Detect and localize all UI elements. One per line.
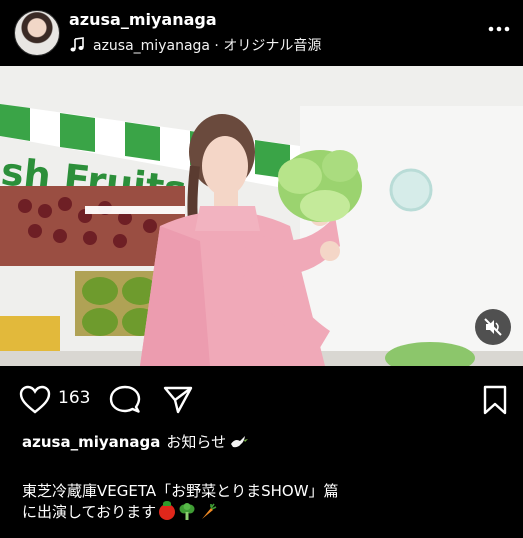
caption-body: 東芝冷蔵庫VEGETA「お野菜とりまSHOW」篇 に出演しております [22,481,502,523]
like-count[interactable]: 163 [58,388,90,408]
post-header: azusa_miyanaga azusa_miyanaga · オリジナル音源 [0,0,523,66]
audio-attribution[interactable]: azusa_miyanaga · オリジナル音源 [69,35,321,55]
tomato-icon [159,501,176,520]
caption-header: azusa_miyanaga お知らせ [22,431,249,452]
more-options-icon[interactable] [487,20,511,38]
caption-line-2-row: に出演しております [22,501,502,523]
lettuce [278,150,362,222]
comment-icon[interactable] [109,384,141,416]
caption-line-1: 東芝冷蔵庫VEGETA「お野菜とりまSHOW」篇 [22,482,339,500]
share-icon[interactable] [162,384,194,416]
dove-icon [231,436,249,448]
mute-icon [484,318,502,336]
avatar[interactable] [14,10,60,56]
action-bar: 163 [0,378,523,418]
heart-icon[interactable] [18,384,52,416]
video-frame: sh Fruits [0,66,523,366]
post-username[interactable]: azusa_miyanaga [69,10,217,29]
carrot-icon [202,503,217,519]
caption-username[interactable]: azusa_miyanaga [22,433,160,451]
music-note-icon [70,37,84,52]
mute-button[interactable] [475,309,511,345]
post-video[interactable]: sh Fruits [0,66,523,366]
audio-label: azusa_miyanaga · オリジナル音源 [93,38,322,54]
broccoli-icon [179,503,195,520]
caption-title: お知らせ [166,433,227,451]
caption-line-2: に出演しております [22,503,157,521]
bookmark-icon[interactable] [481,384,509,416]
